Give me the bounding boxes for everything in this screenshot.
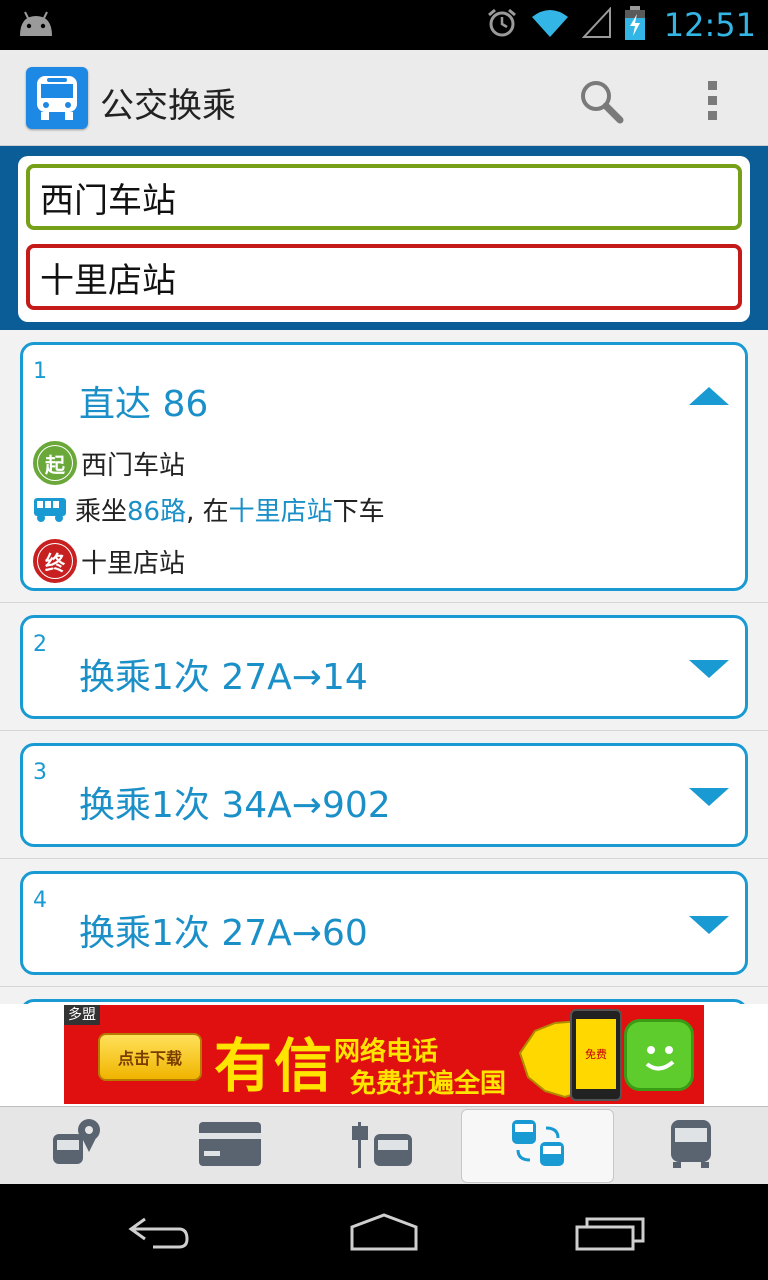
phone-icon: 免费 bbox=[570, 1009, 622, 1101]
ad-banner[interactable]: 多盟 点击下载 有信 网络电话 免费打遍全国 免费 bbox=[64, 1005, 704, 1104]
route-card-2[interactable]: 2 换乘1次 27A→14 bbox=[20, 615, 748, 719]
end-step: 终 十里店站 bbox=[33, 539, 185, 583]
ride-suffix: 下车 bbox=[332, 497, 385, 527]
overflow-menu-icon[interactable] bbox=[692, 72, 732, 128]
tab-bus-line[interactable] bbox=[614, 1107, 768, 1185]
bus-line-icon bbox=[669, 1118, 713, 1174]
status-bar: 12:51 bbox=[0, 0, 768, 50]
wifi-icon bbox=[530, 7, 570, 43]
search-icon[interactable] bbox=[572, 72, 628, 128]
route-number: 1 bbox=[33, 359, 47, 384]
to-station-input[interactable]: 十里店站 bbox=[26, 244, 742, 310]
ad-area: 多盟 点击下载 有信 网络电话 免费打遍全国 免费 bbox=[0, 1004, 768, 1106]
route-search-panel: 西门车站 十里店站 bbox=[0, 146, 768, 330]
list-item: 4 换乘1次 27A→60 bbox=[0, 859, 768, 987]
tab-bus-stop[interactable] bbox=[307, 1107, 461, 1185]
list-item: 2 换乘1次 27A→14 bbox=[0, 603, 768, 731]
route-number: 4 bbox=[33, 888, 47, 913]
collapse-icon[interactable] bbox=[689, 387, 729, 405]
route-number: 3 bbox=[33, 760, 47, 785]
alight-stop-link[interactable]: 十里店站 bbox=[229, 491, 333, 528]
bus-line-link[interactable]: 86路 bbox=[127, 491, 186, 528]
alarm-icon bbox=[486, 7, 518, 43]
bus-location-icon bbox=[49, 1116, 105, 1176]
system-nav-bar bbox=[0, 1184, 768, 1280]
youxin-logo-icon bbox=[624, 1019, 694, 1091]
route-title: 换乘1次 34A→902 bbox=[79, 785, 391, 826]
ride-prefix: 乘坐 bbox=[75, 497, 128, 527]
transfer-icon bbox=[510, 1118, 566, 1174]
route-title: 换乘1次 27A→14 bbox=[79, 657, 368, 698]
route-title: 直达 86 bbox=[79, 384, 209, 425]
start-station-label: 西门车站 bbox=[81, 450, 186, 481]
tab-transfer[interactable] bbox=[460, 1109, 615, 1183]
start-badge-icon: 起 bbox=[33, 441, 77, 485]
android-icon bbox=[16, 10, 56, 42]
back-icon[interactable] bbox=[118, 1208, 198, 1258]
ad-tag: 多盟 bbox=[64, 1005, 100, 1025]
list-item: 3 换乘1次 34A→902 bbox=[0, 731, 768, 859]
expand-icon[interactable] bbox=[689, 916, 729, 934]
list-item bbox=[0, 987, 768, 1004]
route-title: 换乘1次 27A→60 bbox=[79, 913, 368, 954]
route-list[interactable]: 1 直达 86 起 西门车站 乘坐 86路, 在十里店站 下车 终 十里店站 2 换… bbox=[0, 330, 768, 1004]
ad-download-button[interactable]: 点击下载 bbox=[98, 1033, 202, 1081]
route-card-3[interactable]: 3 换乘1次 34A→902 bbox=[20, 743, 748, 847]
list-item: 1 直达 86 起 西门车站 乘坐 86路, 在十里店站 下车 终 十里店站 bbox=[0, 330, 768, 603]
ride-step: 乘坐 86路, 在十里店站 下车 bbox=[33, 491, 385, 528]
bus-stop-icon bbox=[351, 1118, 416, 1174]
battery-charging-icon bbox=[624, 6, 646, 44]
route-number: 2 bbox=[33, 632, 47, 657]
end-badge-icon: 终 bbox=[33, 539, 77, 583]
clock: 12:51 bbox=[663, 6, 756, 44]
ad-brand: 有信 bbox=[214, 1032, 335, 1100]
ride-mid: , 在 bbox=[186, 497, 229, 527]
signal-icon bbox=[581, 6, 612, 43]
page-title: 公交换乘 bbox=[100, 86, 236, 126]
expand-icon[interactable] bbox=[689, 660, 729, 678]
from-station-input[interactable]: 西门车站 bbox=[26, 164, 742, 230]
tab-bus-card[interactable] bbox=[154, 1107, 308, 1185]
tab-bus-location[interactable] bbox=[0, 1107, 154, 1185]
bus-icon bbox=[33, 497, 67, 523]
expand-icon[interactable] bbox=[689, 788, 729, 806]
bottom-tab-bar bbox=[0, 1106, 768, 1184]
end-station-label: 十里店站 bbox=[81, 548, 186, 579]
route-card-4[interactable]: 4 换乘1次 27A→60 bbox=[20, 871, 748, 975]
route-card-1[interactable]: 1 直达 86 起 西门车站 乘坐 86路, 在十里店站 下车 终 十里店站 bbox=[20, 342, 748, 591]
bus-card-icon bbox=[198, 1121, 262, 1171]
start-step: 起 西门车站 bbox=[33, 441, 185, 485]
recent-apps-icon[interactable] bbox=[570, 1208, 650, 1258]
ad-line2: 免费打遍全国 bbox=[350, 1069, 507, 1099]
home-icon[interactable] bbox=[344, 1208, 424, 1258]
action-bar: 公交换乘 bbox=[0, 50, 768, 146]
bus-app-icon[interactable] bbox=[26, 67, 88, 129]
